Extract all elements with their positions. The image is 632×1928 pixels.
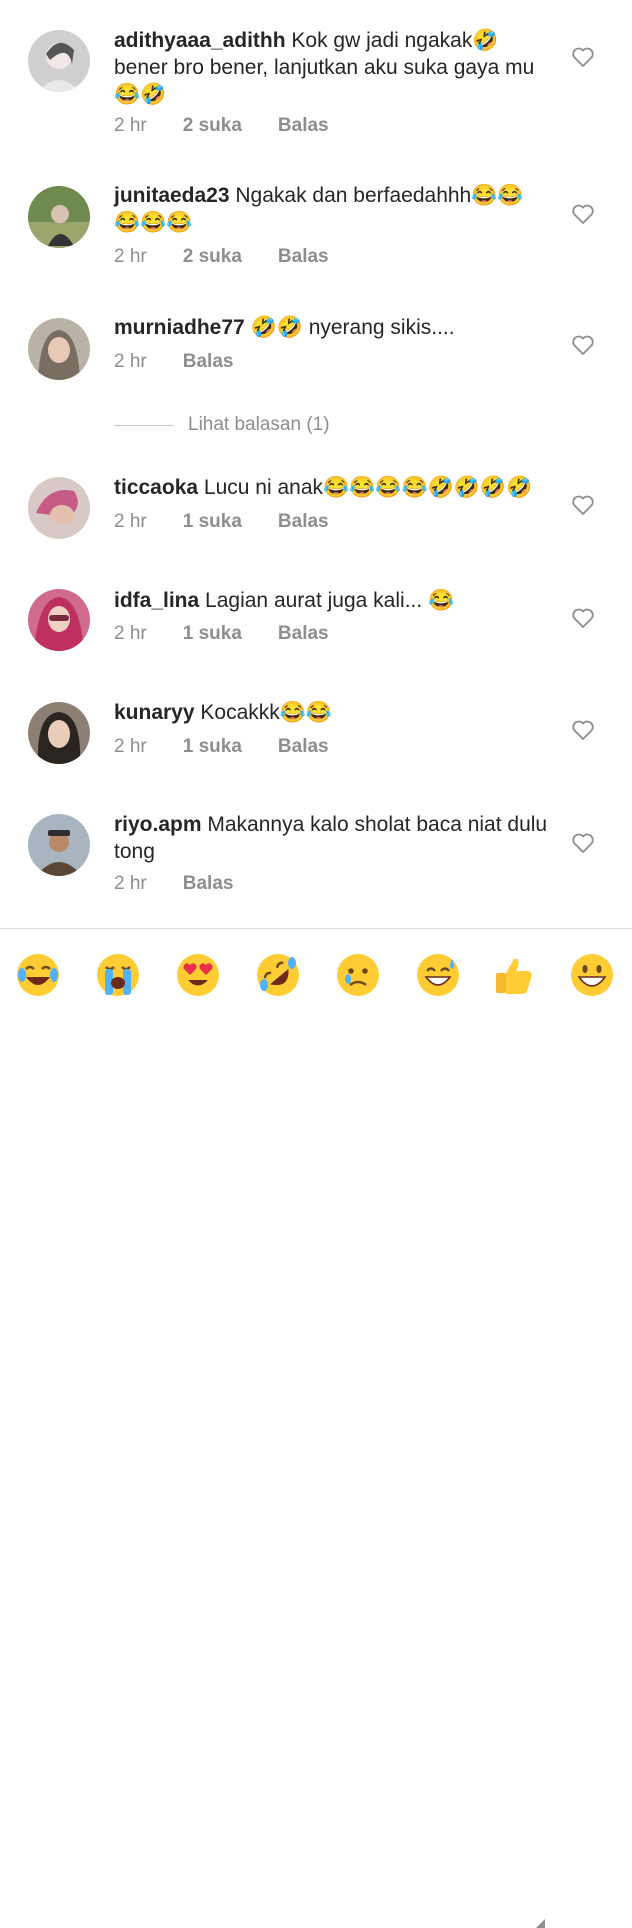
grinning-face-icon[interactable] (568, 951, 616, 999)
username[interactable]: riyo.apm (114, 813, 202, 836)
crying-face-icon[interactable] (334, 951, 382, 999)
grinning-sweat-face-icon[interactable] (414, 951, 462, 999)
reply-button[interactable]: Balas (278, 511, 329, 533)
reply-button[interactable]: Balas (278, 736, 329, 758)
avatar[interactable] (28, 186, 90, 248)
username[interactable]: adithyaaa_adithh (114, 29, 286, 52)
username[interactable]: ticcaoka (114, 476, 198, 499)
timestamp: 2 hr (114, 623, 147, 644)
thumbs-up-icon[interactable] (490, 951, 538, 999)
like-count[interactable]: 1 suka (183, 511, 242, 533)
username[interactable]: murniadhe77 (114, 316, 245, 339)
comment-text: Lucu ni anak😂😂😂😂🤣🤣🤣🤣 (203, 476, 533, 499)
timestamp: 2 hr (114, 511, 147, 532)
like-count[interactable]: 2 suka (183, 115, 242, 137)
timestamp: 2 hr (114, 873, 147, 894)
avatar[interactable] (28, 589, 90, 651)
reply-button[interactable]: Balas (278, 246, 329, 268)
username[interactable]: kunaryy (114, 701, 195, 724)
reply-button[interactable]: Balas (183, 873, 234, 895)
emoji-quick-bar (0, 928, 632, 1928)
timestamp: 2 hr (114, 115, 147, 136)
reply-button[interactable]: Balas (183, 351, 234, 373)
username[interactable]: junitaeda23 (114, 184, 230, 207)
heart-icon[interactable] (571, 46, 595, 68)
rolling-on-floor-laughing-icon[interactable] (254, 951, 302, 999)
reply-button[interactable]: Balas (278, 623, 329, 645)
timestamp: 2 hr (114, 351, 147, 372)
avatar[interactable] (28, 702, 90, 764)
reply-button[interactable]: Balas (278, 115, 329, 137)
heart-icon[interactable] (571, 607, 595, 629)
avatar[interactable] (28, 814, 90, 876)
timestamp: 2 hr (114, 736, 147, 757)
heart-icon[interactable] (571, 334, 595, 356)
username[interactable]: idfa_lina (114, 589, 199, 612)
heart-icon[interactable] (571, 203, 595, 225)
avatar[interactable] (28, 318, 90, 380)
view-replies-label[interactable]: Lihat balasan (1) (188, 414, 330, 436)
heart-icon[interactable] (571, 494, 595, 516)
like-count[interactable]: 1 suka (183, 623, 242, 645)
like-count[interactable]: 2 suka (183, 246, 242, 268)
comment-text: Kocakkk😂😂 (200, 701, 333, 724)
comment-text: 🤣🤣 nyerang sikis.... (250, 316, 455, 339)
avatar[interactable] (28, 477, 90, 539)
face-with-tears-of-joy-icon[interactable] (14, 951, 62, 999)
view-replies-link[interactable]: Lihat balasan (1) (114, 414, 330, 436)
divider (114, 424, 174, 426)
loudly-crying-face-icon[interactable] (94, 951, 142, 999)
comment-text: Lagian aurat juga kali... 😂 (205, 589, 455, 612)
heart-icon[interactable] (571, 832, 595, 854)
timestamp: 2 hr (114, 246, 147, 267)
like-count[interactable]: 1 suka (183, 736, 242, 758)
heart-eyes-face-icon[interactable] (174, 951, 222, 999)
heart-icon[interactable] (571, 719, 595, 741)
avatar[interactable] (28, 30, 90, 92)
resize-handle (536, 1919, 545, 1928)
